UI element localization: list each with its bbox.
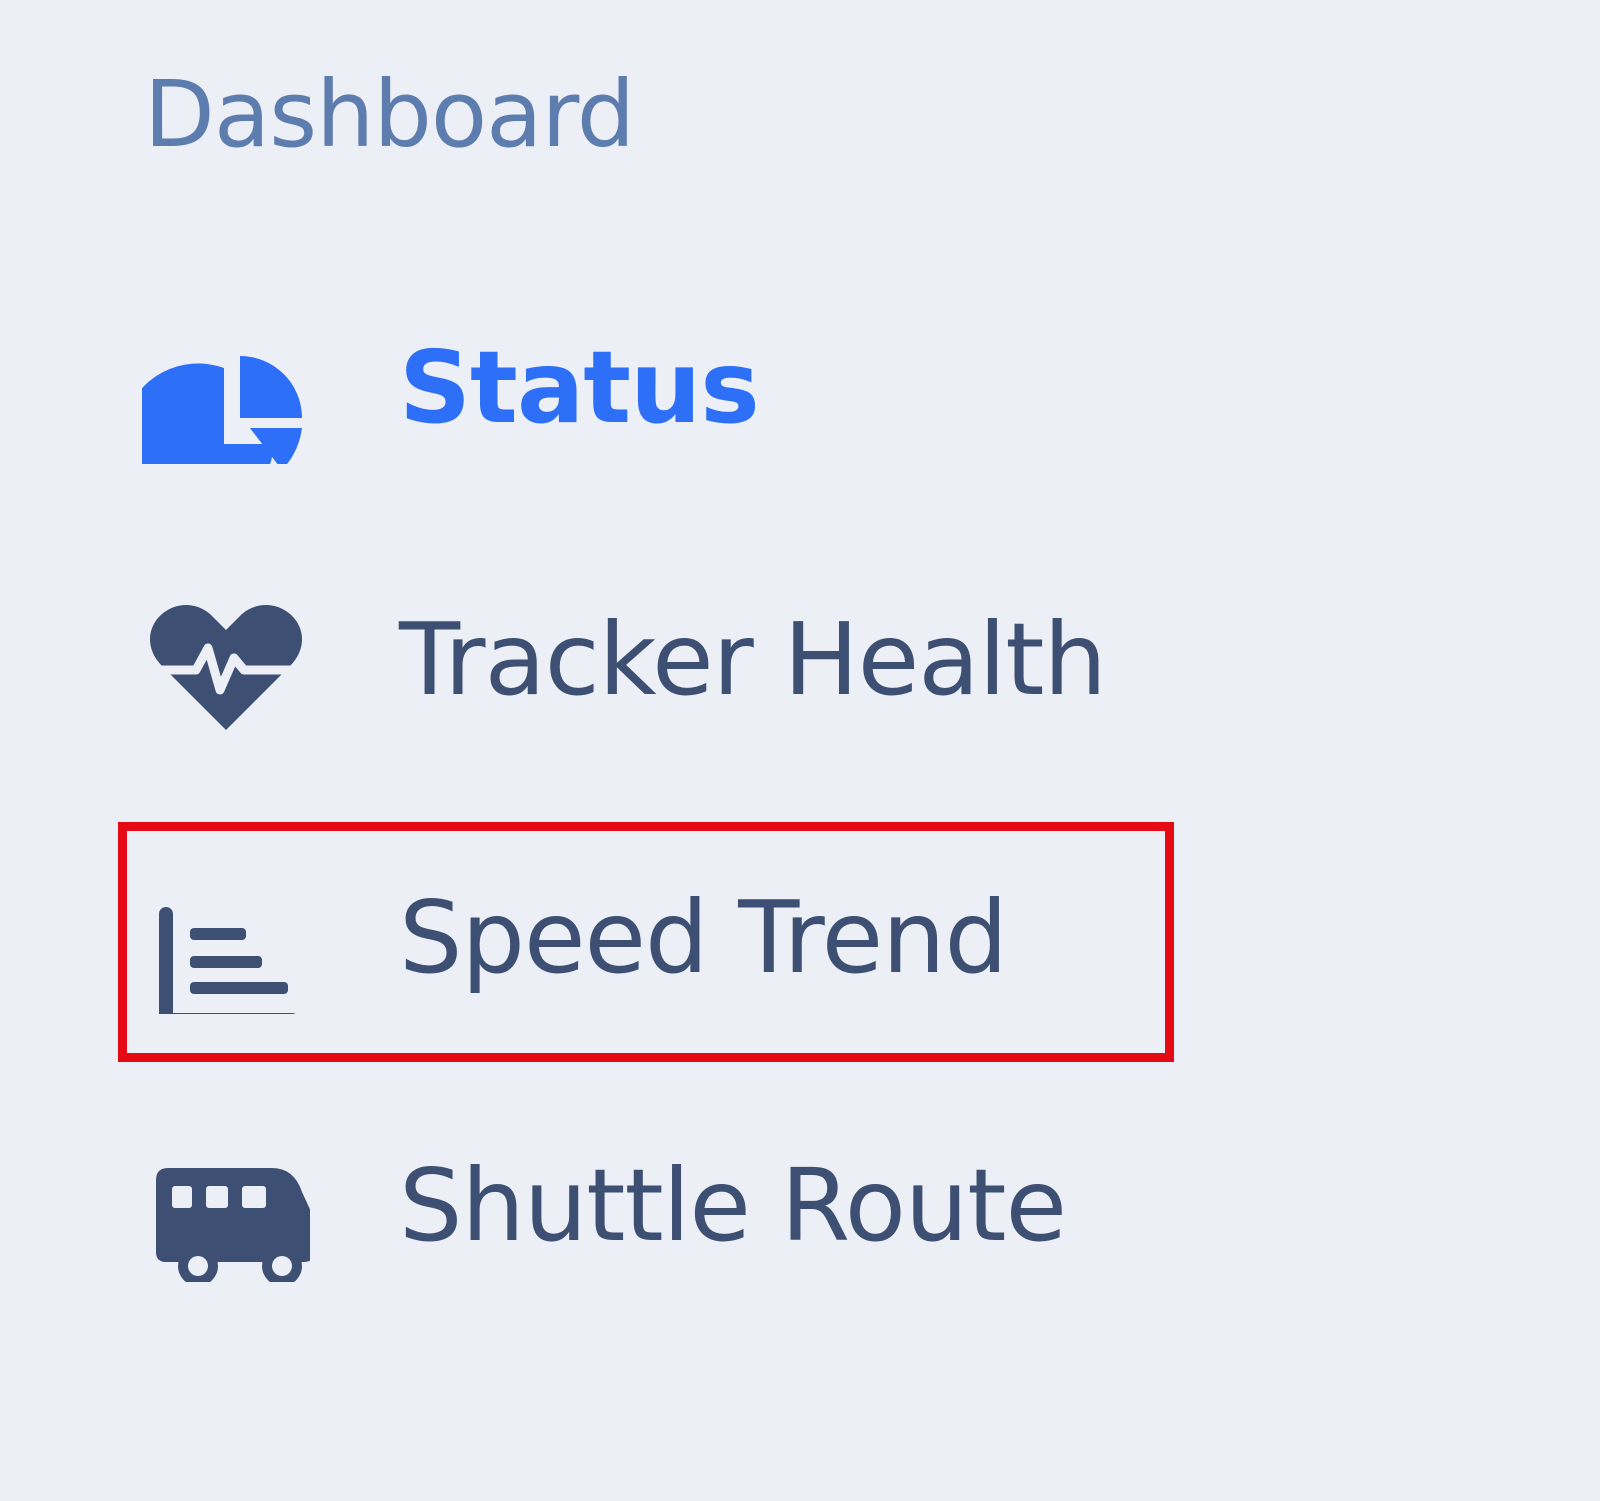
heartbeat-icon — [142, 592, 310, 736]
sidebar-item-status[interactable]: Status — [120, 272, 1176, 512]
sidebar-item-label: Status — [399, 329, 760, 446]
sidebar-nav: Dashboard Status Tracker Health Speed Tr… — [0, 0, 1600, 1501]
sidebar-item-speed-trend[interactable]: Speed Trend — [120, 822, 1176, 1062]
sidebar-item-shuttle-route[interactable]: Shuttle Route — [120, 1090, 1176, 1330]
sidebar-item-label: Tracker Health — [399, 601, 1107, 718]
section-title-dashboard: Dashboard — [144, 61, 635, 168]
sidebar-item-label: Speed Trend — [399, 879, 1008, 996]
bus-icon — [142, 1138, 310, 1282]
pie-chart-icon — [142, 320, 310, 464]
sidebar-item-tracker-health[interactable]: Tracker Health — [120, 544, 1176, 784]
bar-chart-icon — [142, 870, 310, 1014]
sidebar-item-label: Shuttle Route — [399, 1147, 1067, 1264]
